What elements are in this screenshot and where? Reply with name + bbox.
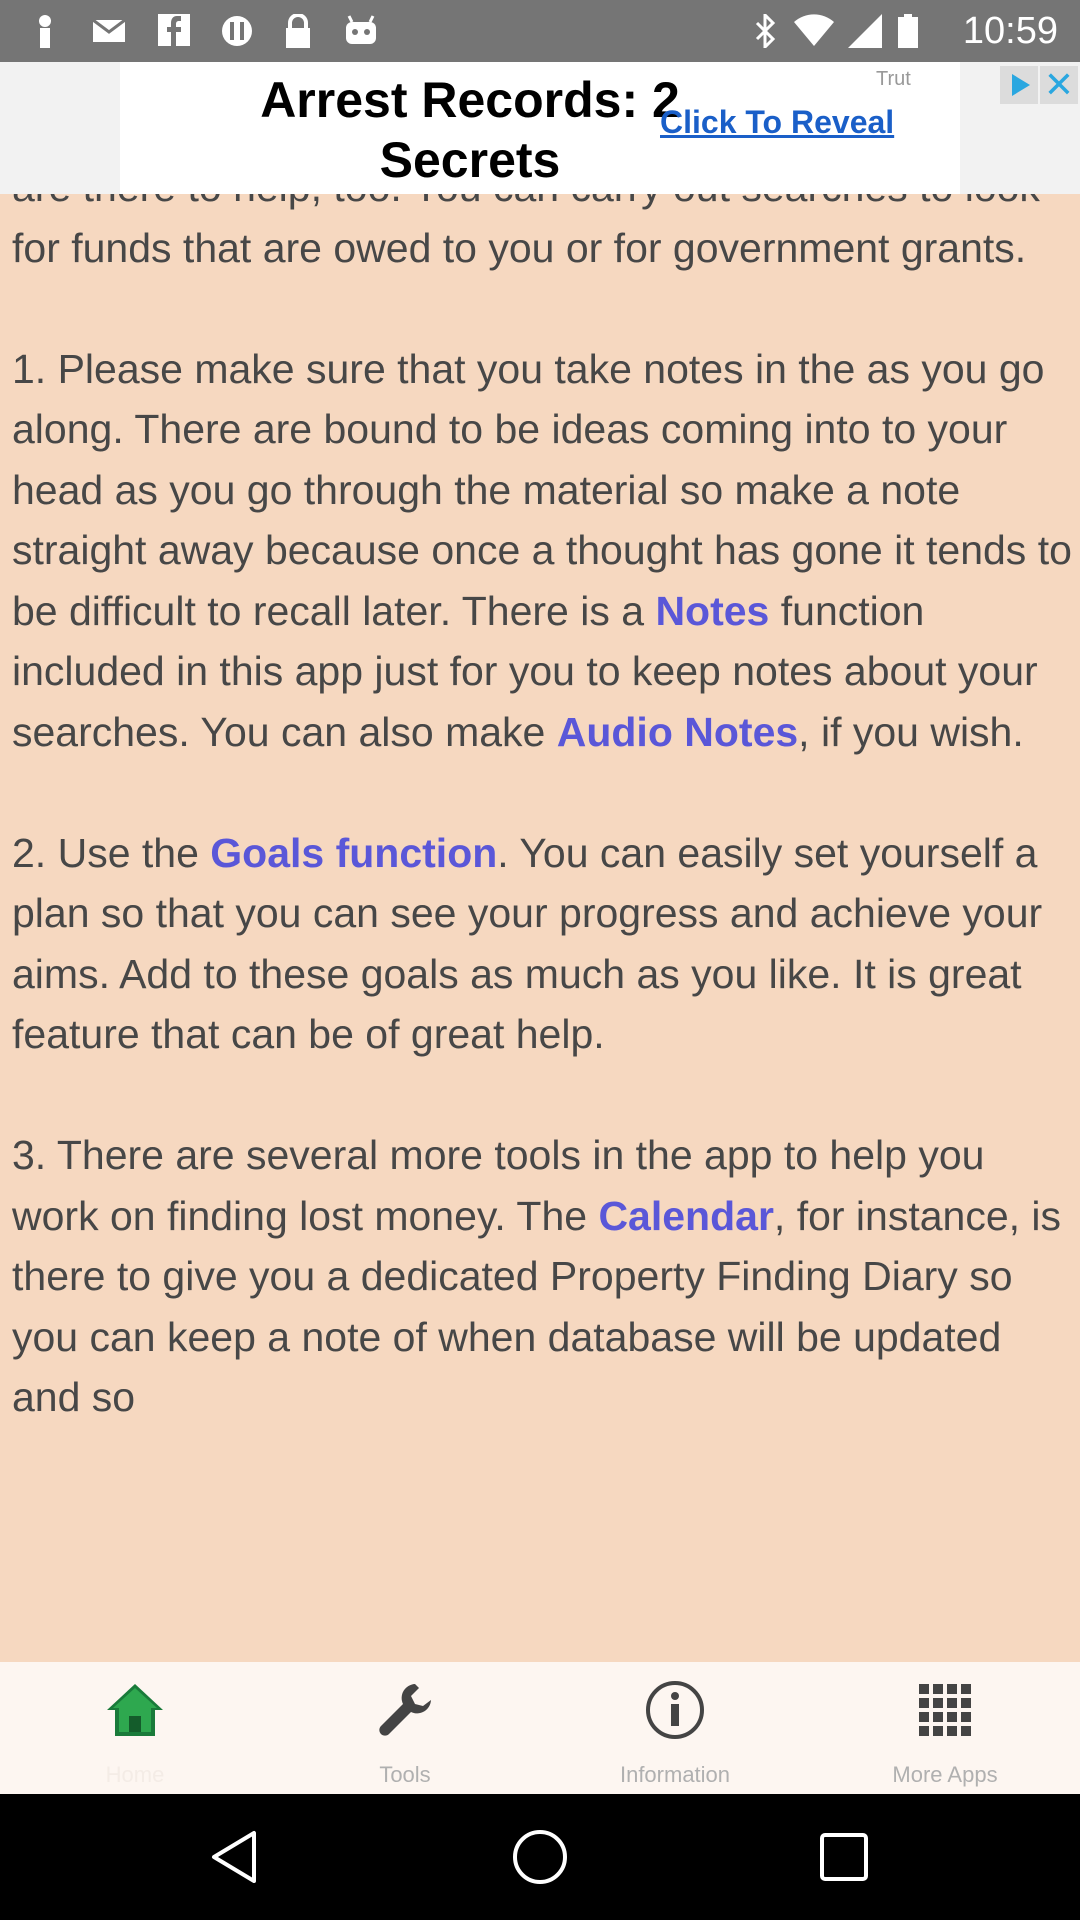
tab-information-label: Information	[619, 1762, 731, 1787]
bluetooth-icon	[755, 14, 776, 48]
article-content[interactable]: are there to help, too. You can carry ou…	[0, 194, 1080, 1662]
ad-cta-link[interactable]: Click To Reveal	[660, 104, 894, 141]
sync-icon	[222, 16, 252, 46]
android-icon	[346, 15, 376, 44]
wrench-icon	[379, 1684, 431, 1736]
tab-tools[interactable]: Tools	[270, 1662, 540, 1794]
info-icon	[646, 1681, 704, 1739]
tab-more-apps[interactable]: More Apps	[810, 1662, 1080, 1794]
notes-link[interactable]: Notes	[655, 588, 769, 634]
mail-icon	[92, 18, 126, 42]
notification-icon	[39, 15, 51, 48]
ad-banner[interactable]: Arrest Records: 2 Secrets Trut Click To …	[120, 62, 1078, 194]
goals-function-link[interactable]: Goals function	[210, 830, 497, 876]
home-button-icon[interactable]	[510, 1827, 570, 1887]
paragraph-1: 1. Please make sure that you take notes …	[12, 345, 1072, 755]
tab-more-apps-label: More Apps	[892, 1762, 998, 1787]
back-icon[interactable]	[206, 1827, 266, 1887]
clock: 10:59	[962, 10, 1058, 52]
grid-icon	[919, 1684, 971, 1736]
recent-apps-icon[interactable]	[814, 1827, 874, 1887]
home-icon	[107, 1684, 163, 1736]
status-bar: 10:59	[0, 0, 1080, 62]
wifi-icon	[794, 14, 834, 46]
paragraph-3: 3. There are several more tools in the a…	[12, 1132, 1062, 1420]
tab-information[interactable]: Information	[540, 1662, 810, 1794]
ad-choices-icon[interactable]	[1000, 66, 1038, 104]
facebook-icon	[158, 14, 190, 46]
ad-badge: Trut	[876, 68, 911, 90]
system-nav-bar	[0, 1794, 1080, 1920]
audio-notes-link[interactable]: Audio Notes	[557, 709, 798, 755]
paragraph-2: 2. Use the Goals function. You can easil…	[12, 829, 1043, 1058]
tab-home[interactable]: Home	[0, 1662, 270, 1794]
calendar-link[interactable]: Calendar	[598, 1193, 773, 1239]
ad-bar: Arrest Records: 2 Secrets Trut Click To …	[0, 62, 1080, 194]
battery-icon	[898, 14, 918, 48]
tab-tools-label: Tools	[379, 1762, 431, 1787]
ad-close-icon[interactable]: ✕	[1040, 66, 1078, 104]
tab-home-label: Home	[105, 1762, 165, 1787]
signal-icon	[848, 14, 882, 48]
paragraph-intro: are there to help, too. You can carry ou…	[12, 194, 1040, 271]
lock-icon	[286, 14, 310, 48]
bottom-tab-bar: Home Tools Information More Apps	[0, 1662, 1080, 1794]
